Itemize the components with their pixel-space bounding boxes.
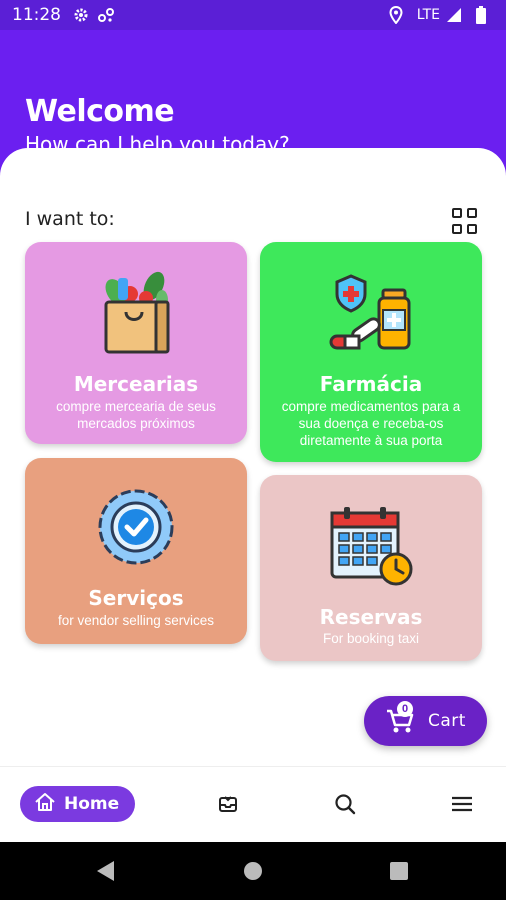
- card-description: for vendor selling services: [57, 613, 215, 628]
- grid-view-icon[interactable]: [452, 208, 478, 234]
- cart-button[interactable]: 0 Cart: [364, 696, 487, 746]
- signal-icon: [446, 7, 462, 23]
- home-circle-icon[interactable]: [243, 861, 263, 886]
- cart-label: Cart: [428, 711, 466, 731]
- cart-icon: 0: [386, 701, 414, 734]
- system-nav-bar: [0, 842, 506, 900]
- section-label: I want to:: [25, 208, 115, 230]
- calendar-clock-icon: [328, 505, 414, 594]
- grocery-bag-icon: [94, 270, 178, 361]
- nav-home-label: Home: [64, 794, 120, 814]
- card-title: Reservas: [319, 605, 423, 629]
- menu-icon[interactable]: [451, 793, 475, 817]
- card-farmacia[interactable]: Farmácia compre medicamentos para a sua …: [260, 242, 482, 462]
- settings-icon: [73, 7, 89, 23]
- location-icon: [389, 6, 403, 24]
- inbox-icon[interactable]: [217, 793, 241, 817]
- service-badge-icon: [93, 484, 179, 575]
- search-icon[interactable]: [334, 793, 358, 817]
- recents-icon[interactable]: [390, 862, 408, 885]
- cart-count-badge: 0: [397, 701, 413, 717]
- battery-icon: [476, 6, 486, 24]
- network-type: LTE: [416, 7, 440, 23]
- page-title: Welcome: [25, 94, 175, 129]
- data-sync-icon: [97, 7, 115, 23]
- card-servicos[interactable]: Serviços for vendor selling services: [25, 458, 247, 644]
- card-mercearias[interactable]: Mercearias compre mercearia de seus merc…: [25, 242, 247, 444]
- status-time: 11:28: [12, 5, 61, 25]
- back-icon[interactable]: [96, 860, 116, 887]
- nav-home[interactable]: Home: [20, 786, 135, 822]
- card-reservas[interactable]: Reservas For booking taxi: [260, 475, 482, 661]
- card-description: For booking taxi: [322, 631, 420, 646]
- card-description: compre medicamentos para a sua doença e …: [281, 399, 461, 448]
- status-bar: 11:28 LTE: [0, 0, 506, 30]
- bottom-nav: Home: [0, 766, 506, 842]
- card-title: Farmácia: [319, 372, 423, 396]
- card-title: Mercearias: [73, 372, 199, 396]
- home-icon: [34, 791, 56, 818]
- card-description: compre mercearia de seus mercados próxim…: [56, 399, 216, 431]
- medicine-icon: [329, 272, 413, 359]
- card-title: Serviços: [88, 586, 184, 610]
